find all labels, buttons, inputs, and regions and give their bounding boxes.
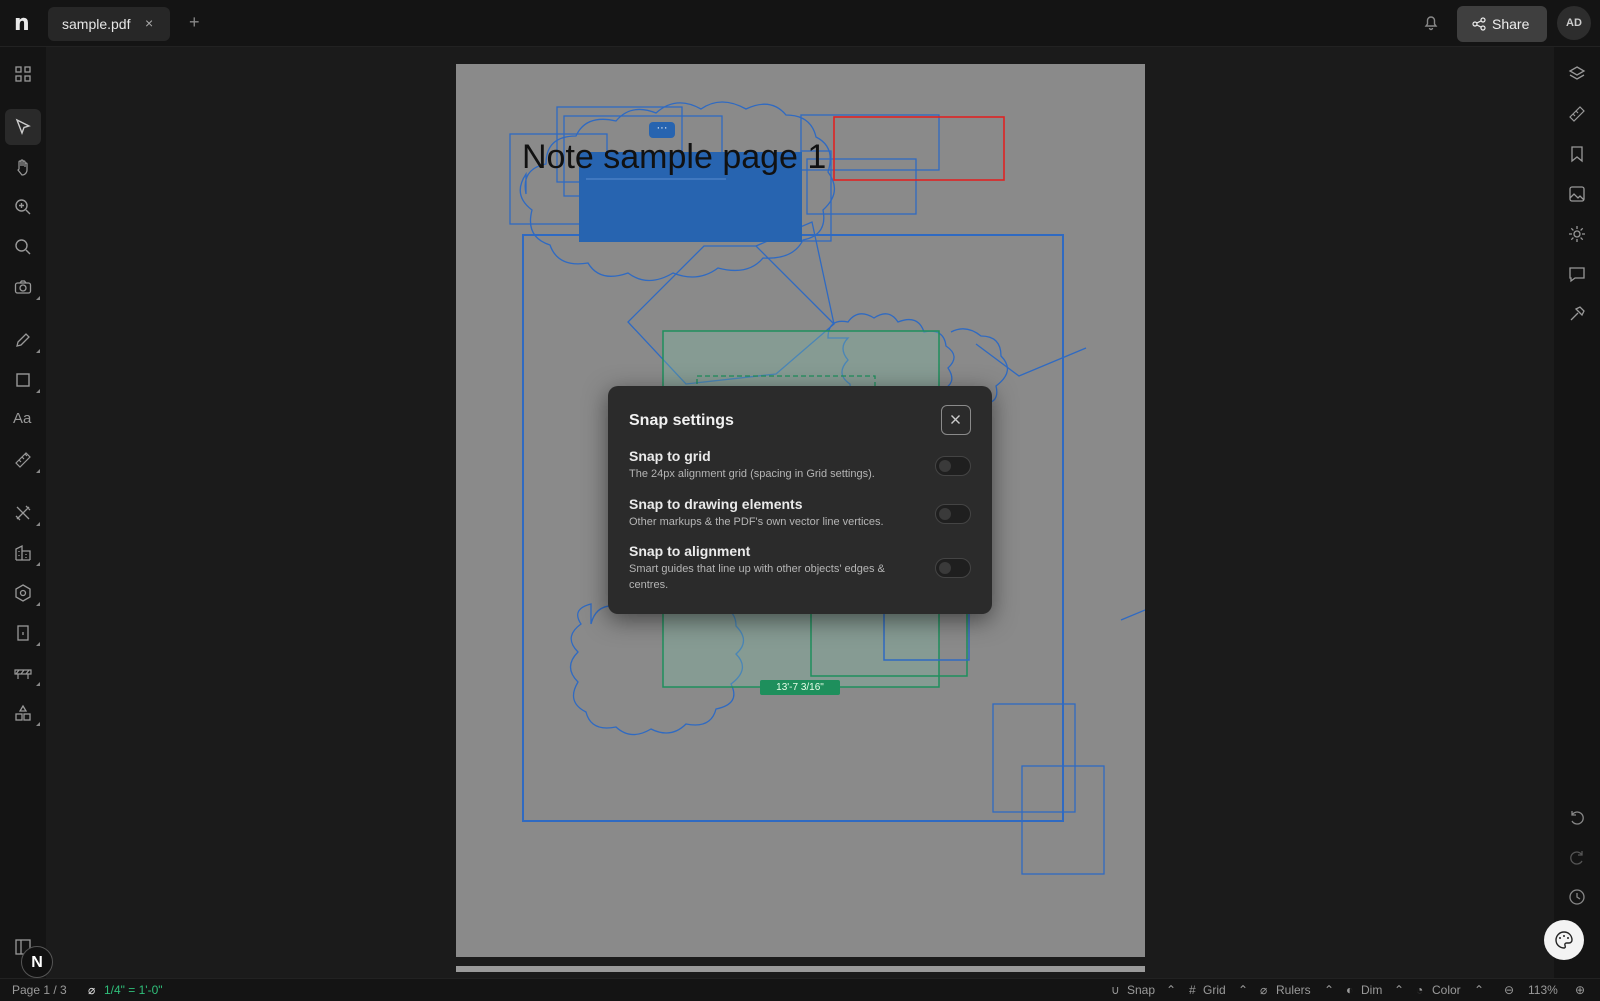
palette-icon: [1555, 931, 1573, 949]
zoom-in-icon[interactable]: [13, 197, 33, 217]
corner-mark: [36, 722, 40, 726]
shapes-icon[interactable]: [13, 703, 33, 723]
avatar[interactable]: AD: [1557, 6, 1591, 40]
snap-drawing-toggle[interactable]: [935, 504, 971, 524]
toggle-knob: [939, 508, 951, 520]
corner-mark: [36, 296, 40, 300]
building-icon[interactable]: [13, 543, 33, 563]
share-icon: [1472, 17, 1486, 36]
snap-settings-dialog: Snap settings Snap to grid The 24px alig…: [608, 386, 992, 614]
page-2-edge: [456, 966, 1145, 972]
ruler-icon[interactable]: [13, 450, 33, 470]
chevron-up-icon[interactable]: ⌃: [1394, 983, 1404, 997]
status-bar: Page 1 / 3 ⌀ 1/4" = 1'-0" ∪ Snap ⌃ # Gri…: [0, 978, 1600, 1001]
comment-icon[interactable]: [1567, 264, 1587, 284]
color-toggle[interactable]: Color: [1432, 983, 1461, 997]
corner-mark: [36, 522, 40, 526]
hammer-icon[interactable]: [1567, 304, 1587, 324]
chevron-up-icon[interactable]: ⌃: [1166, 983, 1176, 997]
corner-mark: [36, 389, 40, 393]
zoom-in-icon[interactable]: ⊕: [1575, 983, 1585, 997]
n-badge[interactable]: N: [21, 946, 53, 978]
select-icon[interactable]: [5, 109, 41, 145]
page-title-text: Note sample page 1: [522, 138, 827, 176]
tag-icon: ⌀: [88, 983, 96, 997]
snap-alignment-description: Smart guides that line up with other obj…: [629, 563, 885, 591]
corner-mark: [36, 469, 40, 473]
measurement-label[interactable]: 13'-7 3/16": [760, 680, 840, 695]
history-icon[interactable]: [1567, 887, 1587, 907]
snap-toggle[interactable]: Snap: [1127, 983, 1155, 997]
bookmark-icon[interactable]: [1567, 144, 1587, 164]
corner-mark: [36, 682, 40, 686]
dim-toggle[interactable]: Dim: [1361, 983, 1382, 997]
bell-icon[interactable]: [1422, 13, 1440, 36]
tab-close-icon[interactable]: ×: [145, 15, 153, 31]
share-label: Share: [1492, 16, 1530, 32]
hand-icon[interactable]: [13, 157, 33, 177]
tab-sample-pdf[interactable]: sample.pdf ×: [48, 7, 170, 41]
dim-icon: ◐: [1346, 983, 1354, 997]
app-logo[interactable]: n: [14, 11, 30, 36]
grid-icon[interactable]: [13, 64, 33, 84]
rulers-icon: ⌀: [1260, 983, 1268, 997]
ruler-icon[interactable]: [1567, 104, 1587, 124]
chevron-up-icon[interactable]: ⌃: [1474, 983, 1484, 997]
toggle-knob: [939, 562, 951, 574]
corner-mark: [36, 602, 40, 606]
redo-icon[interactable]: [1567, 847, 1587, 867]
snap-grid-title: Snap to grid: [629, 448, 711, 464]
snap-grid-description: The 24px alignment grid (spacing in Grid…: [629, 468, 875, 480]
toggle-knob: [939, 460, 951, 472]
pen-icon[interactable]: [13, 330, 33, 350]
more-options-button[interactable]: ···: [649, 122, 675, 138]
color-icon: ◔: [1416, 983, 1424, 997]
share-button[interactable]: Share: [1457, 6, 1547, 42]
image-icon[interactable]: [1567, 184, 1587, 204]
barrier-icon[interactable]: [13, 663, 33, 683]
door-icon[interactable]: [13, 623, 33, 643]
tab-label: sample.pdf: [62, 16, 131, 32]
snap-drawing-description: Other markups & the PDF's own vector lin…: [629, 516, 884, 528]
grid-toggle[interactable]: Grid: [1203, 983, 1226, 997]
camera-icon[interactable]: [13, 277, 33, 297]
snap-drawing-title: Snap to drawing elements: [629, 496, 803, 512]
new-tab-button[interactable]: +: [189, 12, 200, 33]
corner-mark: [36, 642, 40, 646]
dialog-close-button[interactable]: [941, 405, 971, 435]
chevron-up-icon[interactable]: ⌃: [1324, 983, 1334, 997]
grid-icon: #: [1189, 983, 1196, 997]
rulers-toggle[interactable]: Rulers: [1276, 983, 1311, 997]
page-indicator[interactable]: Page 1 / 3: [12, 983, 67, 997]
undo-icon[interactable]: [1567, 807, 1587, 827]
layers-icon[interactable]: [1567, 64, 1587, 84]
rectangle-icon[interactable]: [13, 370, 33, 390]
zoom-level[interactable]: 113%: [1528, 983, 1558, 997]
snap-icon: ∪: [1111, 983, 1120, 997]
scale-indicator[interactable]: 1/4" = 1'-0": [104, 983, 163, 997]
text-icon[interactable]: Aa: [13, 410, 33, 430]
zoom-out-icon[interactable]: ⊖: [1504, 983, 1514, 997]
snap-grid-toggle[interactable]: [935, 456, 971, 476]
corner-mark: [36, 562, 40, 566]
chevron-up-icon[interactable]: ⌃: [1238, 983, 1248, 997]
hex-icon[interactable]: [13, 583, 33, 603]
close-icon: [951, 415, 960, 424]
snap-alignment-toggle[interactable]: [935, 558, 971, 578]
snap-alignment-title: Snap to alignment: [629, 543, 751, 559]
tools-icon[interactable]: [13, 503, 33, 523]
settings-icon[interactable]: [1567, 224, 1587, 244]
palette-button[interactable]: [1544, 920, 1584, 960]
corner-mark: [36, 349, 40, 353]
dialog-title: Snap settings: [629, 412, 734, 429]
top-bar: n sample.pdf × + Share AD: [0, 0, 1600, 47]
search-icon[interactable]: [13, 237, 33, 257]
